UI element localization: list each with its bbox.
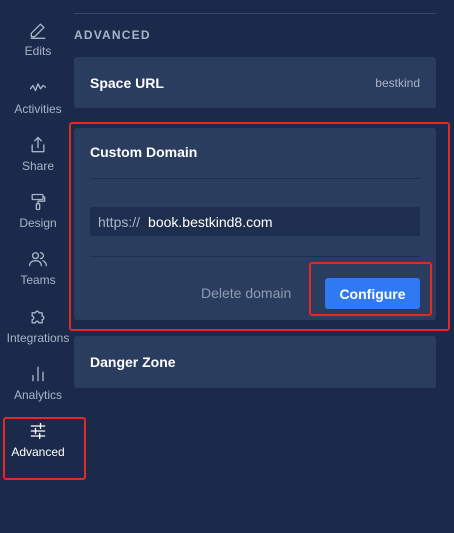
sidebar-item-label: Teams: [20, 273, 56, 287]
sidebar-item-teams[interactable]: Teams: [0, 249, 76, 301]
domain-field[interactable]: https:// book.bestkind8.com: [90, 207, 420, 236]
custom-domain-title: Custom Domain: [90, 144, 198, 160]
sidebar-item-label: Design: [19, 216, 57, 230]
bar-chart-icon: [32, 366, 44, 382]
sidebar-item-label: Advanced: [11, 445, 65, 459]
main-content: ADVANCED Space URL bestkind Custom Domai…: [74, 0, 436, 533]
sidebar-item-analytics[interactable]: Analytics: [0, 364, 76, 416]
domain-prefix: https://: [98, 213, 141, 230]
sidebar-item-label: Share: [21, 159, 55, 173]
divider: [90, 256, 420, 257]
custom-domain-card: Custom Domain https:// book.bestkind8.co…: [74, 128, 436, 320]
sidebar-item-label: Activities: [14, 102, 62, 116]
puzzle-icon: [31, 310, 45, 324]
delete-domain-button[interactable]: Delete domain: [201, 285, 291, 301]
danger-zone-card[interactable]: Danger Zone: [74, 336, 436, 388]
section-title: ADVANCED: [74, 28, 151, 42]
divider: [90, 178, 420, 179]
sliders-icon: [30, 422, 46, 440]
sidebar-item-advanced[interactable]: Advanced: [0, 421, 76, 473]
users-icon: [29, 252, 47, 267]
share-icon: [31, 136, 45, 153]
danger-zone-title: Danger Zone: [90, 354, 176, 370]
sidebar-item-label: Analytics: [13, 388, 63, 402]
space-url-value: bestkind: [375, 76, 420, 90]
space-url-title: Space URL: [90, 75, 164, 91]
pencil-icon: [30, 23, 46, 39]
sidebar-item-integrations[interactable]: Integrations: [0, 307, 76, 359]
sidebar-item-edits[interactable]: Edits: [0, 20, 76, 72]
sidebar-item-activities[interactable]: Activities: [0, 78, 76, 130]
sidebar-item-label: Integrations: [6, 331, 70, 345]
sidebar-item-design[interactable]: Design: [0, 192, 76, 244]
activity-icon: [29, 83, 47, 92]
divider: [74, 13, 436, 14]
domain-value: book.bestkind8.com: [148, 213, 273, 230]
space-url-card: Space URL bestkind: [74, 57, 436, 108]
sidebar-item-share[interactable]: Share: [0, 135, 76, 187]
sidebar: Edits Activities Share Design Teams Inte…: [0, 0, 76, 533]
sidebar-item-label: Edits: [24, 44, 52, 58]
paint-roller-icon: [31, 193, 46, 211]
configure-button[interactable]: Configure: [325, 278, 420, 309]
